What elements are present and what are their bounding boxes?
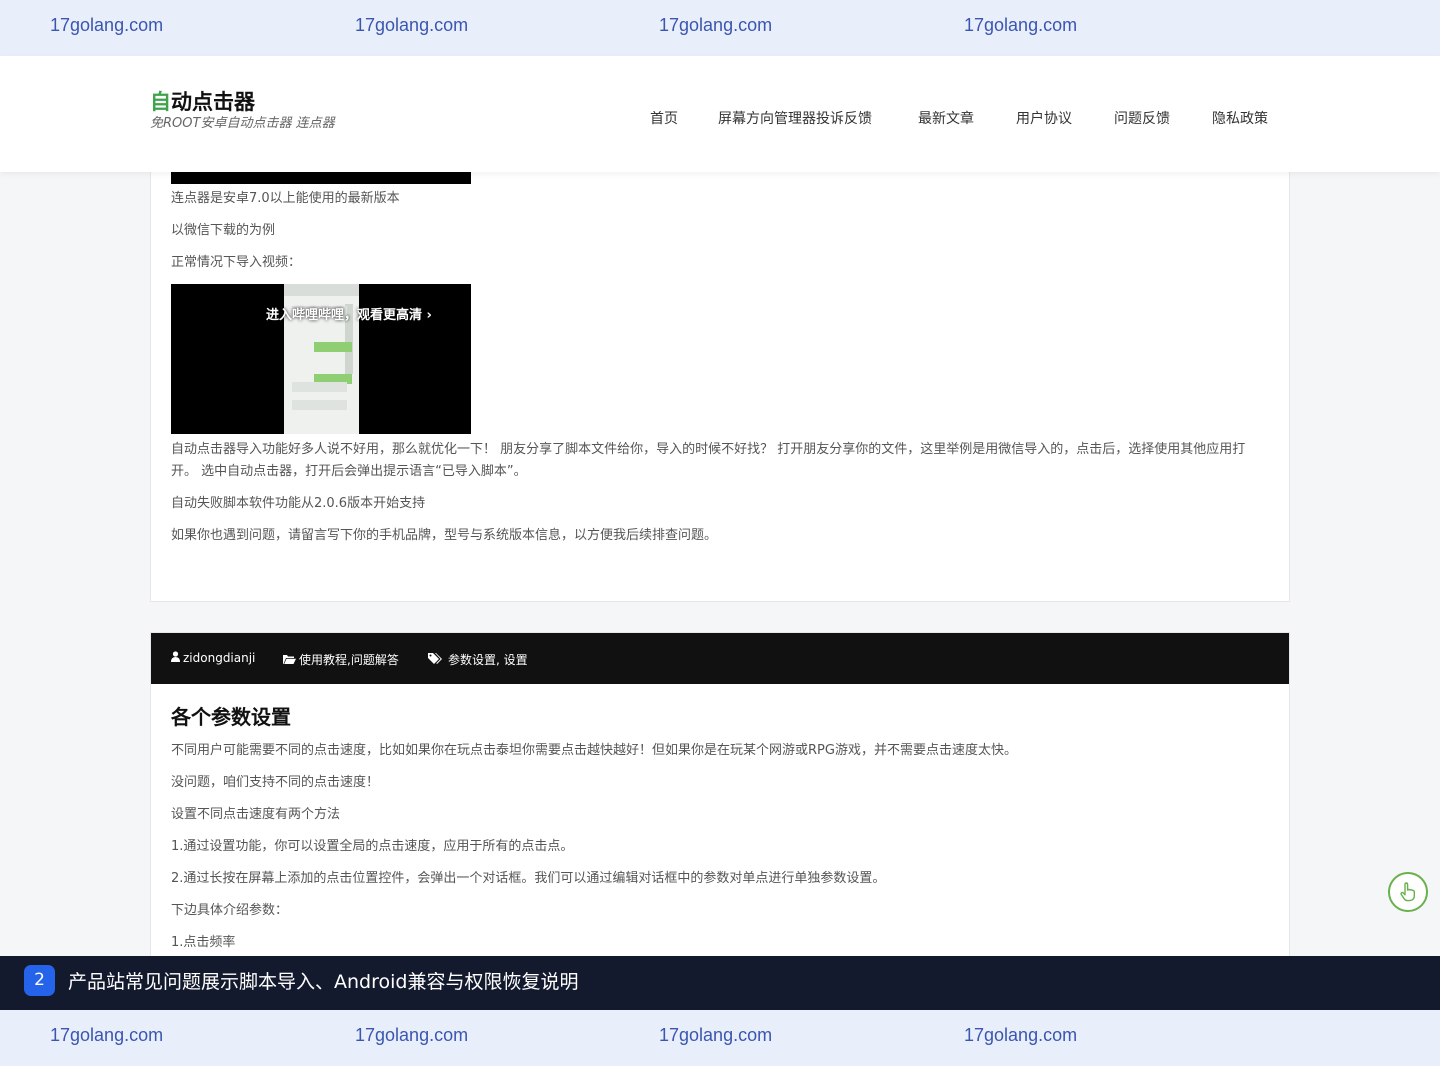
post-text: 如果你也遇到问题，请留言写下你的手机品牌，型号与系统版本信息，以方便我后续排查问…	[171, 528, 718, 543]
post-text: 1.通过设置功能，你可以设置全局的点击速度，应用于所有的点击点。	[171, 839, 574, 854]
post-tags[interactable]: 参数设置, 设置	[428, 651, 528, 668]
site-tagline: 免ROOT安卓自动点击器 连点器	[150, 116, 335, 131]
banner-text: 产品站常见问题展示脚本导入、Android兼容与权限恢复说明	[68, 971, 579, 993]
nav-item-latest[interactable]: 最新文章	[918, 108, 974, 128]
nav-item-agreement[interactable]: 用户协议	[1016, 108, 1072, 128]
folder-open-icon	[283, 653, 296, 667]
post-author[interactable]: zidongdianji	[171, 651, 255, 665]
watermark-text: 17golang.com	[355, 1025, 469, 1045]
user-icon	[171, 651, 180, 665]
nav-item-complaint[interactable]: 屏幕方向管理器投诉反馈	[718, 108, 872, 128]
post-text: 1.点击频率	[171, 935, 236, 950]
post-text: 设置不同点击速度有两个方法	[171, 807, 341, 822]
post-title[interactable]: 各个参数设置	[171, 701, 291, 730]
watermark-bar-top: 17golang.com 17golang.com 17golang.com 1…	[0, 0, 1440, 56]
post-card: zidongdianji 使用教程,问题解答 参数设置, 设置 各个参数设置 不…	[150, 632, 1290, 962]
step-badge: 2	[24, 965, 55, 996]
post-text: 以微信下载的为例	[171, 223, 276, 238]
watermark-text: 17golang.com	[50, 15, 164, 35]
nav-item-home[interactable]: 首页	[650, 108, 678, 128]
site-header: 自动点击器 免ROOT安卓自动点击器 连点器 首页 屏幕方向管理器投诉反馈 最新…	[0, 56, 1440, 172]
author-name: zidongdianji	[183, 651, 256, 665]
category-links: 使用教程,问题解答	[299, 653, 399, 667]
watermark-text: 17golang.com	[659, 15, 773, 35]
site-name-accent: 自	[150, 90, 171, 114]
post-text: 没问题，咱们支持不同的点击速度！	[171, 775, 380, 790]
watermark-text: 17golang.com	[964, 15, 1078, 35]
watermark-bar-bottom: 17golang.com 17golang.com 17golang.com 1…	[0, 1010, 1440, 1066]
tags-icon	[428, 653, 442, 667]
watermark-text: 17golang.com	[964, 1025, 1078, 1045]
watermark-text: 17golang.com	[659, 1025, 773, 1045]
post-text: 下边具体介绍参数：	[171, 903, 289, 918]
bilibili-link[interactable]: 进入哔哩哔哩，观看更高清 ›	[266, 304, 432, 323]
site-name: 动点击器	[171, 90, 255, 114]
hand-pointer-icon	[1400, 882, 1415, 902]
post-text: 2.通过长按在屏幕上添加的点击位置控件，会弹出一个对话框。我们可以通过编辑对话框…	[171, 871, 886, 886]
post-text: 连点器是安卓7.0以上能使用的最新版本	[171, 191, 400, 206]
watermark-text: 17golang.com	[50, 1025, 164, 1045]
post-paragraph: 自动点击器导入功能好多人说不好用，那么就优化一下！ 朋友分享了脚本文件给你，导入…	[171, 442, 1246, 479]
caption-banner: 2 产品站常见问题展示脚本导入、Android兼容与权限恢复说明	[0, 956, 1440, 1010]
post-text: 自动失败脚本软件功能从2.0.6版本开始支持	[171, 496, 426, 511]
post-categories[interactable]: 使用教程,问题解答	[283, 651, 399, 668]
post-meta-bar: zidongdianji 使用教程,问题解答 参数设置, 设置	[151, 633, 1289, 684]
floating-clicker-button[interactable]	[1388, 872, 1428, 912]
post-text: 不同用户可能需要不同的点击速度，比如如果你在玩点击泰坦你需要点击越快越好！但如果…	[171, 743, 1017, 758]
post-text: 正常情况下导入视频：	[171, 255, 302, 270]
video-player-partial[interactable]	[171, 172, 471, 184]
nav-item-privacy[interactable]: 隐私政策	[1212, 108, 1268, 128]
watermark-text: 17golang.com	[355, 15, 469, 35]
post-card: 连点器是安卓7.0以上能使用的最新版本 以微信下载的为例 正常情况下导入视频： …	[150, 140, 1290, 602]
nav-item-feedback[interactable]: 问题反馈	[1114, 108, 1170, 128]
tag-links: 参数设置, 设置	[448, 653, 528, 667]
video-player[interactable]: 进入哔哩哔哩，观看更高清 ›	[171, 284, 471, 434]
